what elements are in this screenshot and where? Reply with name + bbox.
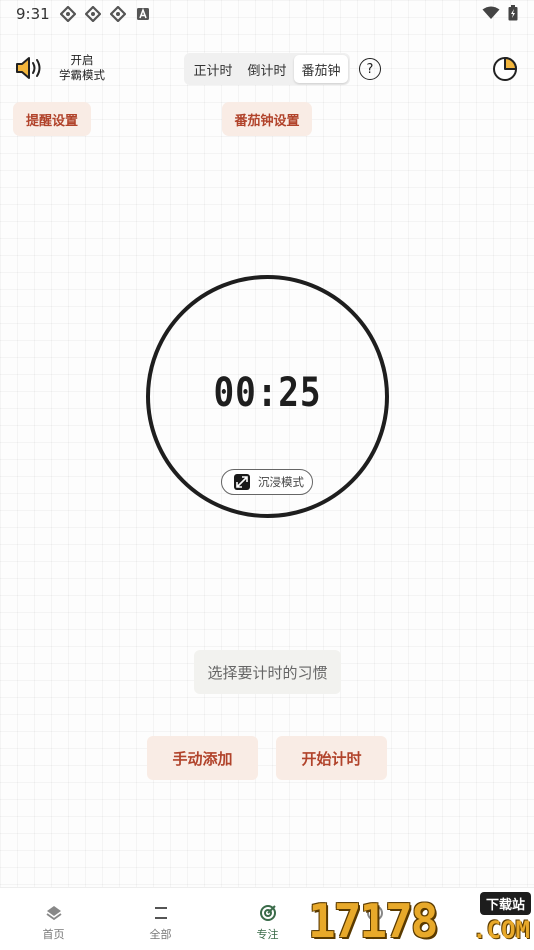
a-notification-icon	[137, 7, 149, 20]
timer-mode-tabs: 正计时 倒计时 番茄钟	[184, 53, 350, 85]
focus-target-icon	[259, 905, 276, 921]
pomodoro-settings-button[interactable]: 番茄钟设置	[222, 102, 312, 136]
tab-count-up[interactable]: 正计时	[186, 55, 240, 83]
system-icons	[482, 5, 518, 21]
habit-select[interactable]: 选择要计时的习惯	[194, 650, 341, 694]
immersive-mode-button[interactable]: 沉浸模式	[221, 469, 313, 495]
immersive-mode-label: 沉浸模式	[258, 475, 304, 489]
help-icon: ?	[366, 61, 374, 77]
home-icon	[45, 906, 62, 921]
app-notification-icon	[85, 6, 101, 22]
status-bar: 9:31	[0, 0, 534, 28]
battery-icon	[508, 5, 518, 21]
nav-item-home[interactable]: 首页	[0, 888, 107, 950]
tab-pomodoro[interactable]: 番茄钟	[294, 55, 348, 83]
remind-settings-button[interactable]: 提醒设置	[13, 102, 91, 136]
tab-countdown[interactable]: 倒计时	[240, 55, 294, 83]
watermark-site: 下载站	[479, 892, 531, 915]
watermark-com: .COM	[472, 916, 530, 944]
nav-item-label: 全部	[149, 928, 172, 941]
watermark-digits: 17178	[308, 894, 438, 948]
sound-toggle-button[interactable]	[14, 54, 44, 82]
wifi-icon	[482, 6, 500, 19]
notification-icons	[60, 6, 151, 22]
app-screen: 9:31 开启 学霸模式 正计时 倒计时 番茄钟 ? 提醒设置 番茄钟设置 00…	[0, 0, 534, 950]
app-notification-icon	[60, 6, 76, 22]
start-timer-button[interactable]: 开始计时	[276, 736, 387, 780]
watermark-logo: 17178 下载站 .COM	[308, 890, 534, 950]
study-mode-line2: 学霸模式	[59, 68, 105, 82]
stats-button[interactable]	[492, 56, 518, 82]
study-mode-line1: 开启	[70, 53, 94, 67]
expand-icon	[234, 474, 250, 490]
list-icon	[154, 907, 167, 919]
help-button[interactable]: ?	[359, 58, 381, 80]
status-time: 9:31	[16, 5, 50, 23]
study-mode-toggle[interactable]: 开启 学霸模式	[54, 53, 110, 83]
nav-item-label: 首页	[42, 928, 65, 941]
timer-display: 00:25	[213, 370, 322, 416]
nav-item-focus[interactable]: 专注	[214, 888, 321, 950]
manual-add-button[interactable]: 手动添加	[147, 736, 258, 780]
app-notification-icon	[110, 6, 126, 22]
nav-item-label: 专注	[256, 928, 279, 941]
speaker-icon	[16, 57, 41, 79]
pie-chart-icon	[493, 57, 517, 81]
nav-item-all[interactable]: 全部	[107, 888, 214, 950]
